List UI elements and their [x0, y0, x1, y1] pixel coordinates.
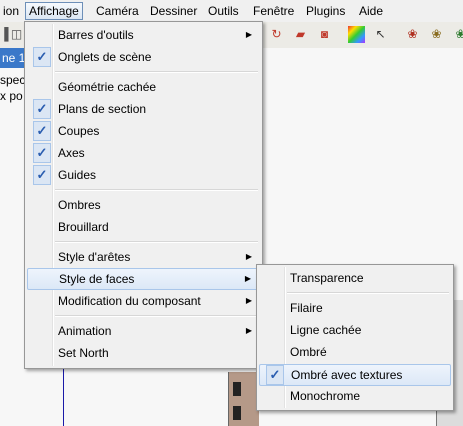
- menu-edition-partial[interactable]: ion: [0, 3, 22, 19]
- style-faces-submenu: Transparence Filaire Ligne cachée Ombré …: [256, 264, 454, 411]
- menu-item-ombres[interactable]: Ombres: [27, 195, 260, 215]
- menu-item-label: Modification du composant: [58, 294, 201, 308]
- building-model: [228, 372, 259, 426]
- camera-icon[interactable]: ◙: [316, 26, 333, 43]
- submenu-arrow-icon: ▶: [245, 296, 252, 305]
- menu-separator: [287, 292, 449, 294]
- menu-item-ligne-cachee[interactable]: Ligne cachée: [259, 320, 451, 340]
- window: [233, 406, 241, 420]
- menu-item-label: Ombré: [290, 345, 327, 359]
- folder-icon[interactable]: ▰: [292, 26, 309, 43]
- menu-item-set-north[interactable]: Set North: [27, 343, 260, 363]
- menu-item-label: Transparence: [290, 271, 364, 285]
- menu-separator: [55, 189, 258, 191]
- checkmark-icon: ✓: [33, 165, 51, 185]
- menu-item-onglets-scene[interactable]: ✓ Onglets de scène: [27, 47, 260, 67]
- menu-separator: [55, 241, 258, 243]
- menu-item-label: Style d'arêtes: [58, 250, 131, 264]
- checkmark-icon: ✓: [33, 143, 51, 163]
- checkmark-icon: ✓: [33, 47, 51, 67]
- menu-item-guides[interactable]: ✓ Guides: [27, 165, 260, 185]
- menu-bar: ion Affichage Caméra Dessiner Outils Fen…: [0, 0, 463, 22]
- menu-item-geometrie-cachee[interactable]: Géométrie cachée: [27, 77, 260, 97]
- menu-item-label: Guides: [58, 168, 97, 182]
- menu-item-label: Ligne cachée: [290, 323, 362, 337]
- menu-item-monochrome[interactable]: Monochrome: [259, 386, 451, 406]
- plugin-icon[interactable]: ❀: [452, 26, 463, 43]
- cursor-tool-icon[interactable]: ↖: [372, 26, 389, 43]
- menu-item-label: Axes: [58, 146, 85, 160]
- toolbar-icon[interactable]: ◫: [8, 26, 25, 43]
- plugin-icon[interactable]: ❀: [428, 26, 445, 43]
- menu-plugins[interactable]: Plugins: [303, 3, 348, 19]
- affichage-dropdown-menu: Barres d'outils ▶ ✓ Onglets de scène Géo…: [24, 21, 263, 369]
- menu-item-axes[interactable]: ✓ Axes: [27, 143, 260, 163]
- rotate-icon[interactable]: ↻: [268, 26, 285, 43]
- submenu-arrow-icon: ▶: [245, 30, 252, 39]
- menu-item-label: Ombres: [58, 198, 101, 212]
- menu-item-label: Animation: [58, 324, 112, 338]
- checkmark-icon: ✓: [33, 99, 51, 119]
- menu-item-label: Plans de section: [58, 102, 147, 116]
- menu-item-filaire[interactable]: Filaire: [259, 298, 451, 318]
- menu-item-style-faces[interactable]: Style de faces ▶: [27, 268, 260, 290]
- menu-aide[interactable]: Aide: [356, 3, 386, 19]
- menu-outils[interactable]: Outils: [205, 3, 242, 19]
- menu-item-label: Brouillard: [58, 220, 109, 234]
- menu-item-ombre-avec-textures[interactable]: ✓ Ombré avec textures: [259, 364, 451, 386]
- menu-item-label: Ombré avec textures: [291, 368, 403, 382]
- menu-camera[interactable]: Caméra: [93, 3, 142, 19]
- menu-item-label: Monochrome: [290, 389, 361, 403]
- menu-affichage[interactable]: Affichage: [25, 2, 83, 20]
- menu-item-label: Géométrie cachée: [58, 80, 157, 94]
- submenu-arrow-icon: ▶: [245, 326, 252, 335]
- checkmark-icon: ✓: [266, 365, 284, 385]
- menu-item-plans-section[interactable]: ✓ Plans de section: [27, 99, 260, 119]
- window: [233, 382, 241, 396]
- menu-dessiner[interactable]: Dessiner: [147, 3, 200, 19]
- menu-separator: [55, 71, 258, 73]
- menu-item-label: Barres d'outils: [58, 28, 134, 42]
- menu-item-label: Set North: [58, 346, 109, 360]
- menu-item-animation[interactable]: Animation ▶: [27, 321, 260, 341]
- menu-item-label: Coupes: [58, 124, 100, 138]
- submenu-arrow-icon: ▶: [245, 252, 252, 261]
- menu-separator: [55, 315, 258, 317]
- menu-item-ombre[interactable]: Ombré: [259, 342, 451, 362]
- menu-item-label: Filaire: [290, 301, 323, 315]
- menu-fenetre[interactable]: Fenêtre: [250, 3, 297, 19]
- menu-item-modification-composant[interactable]: Modification du composant ▶: [27, 291, 260, 311]
- menu-item-barres-outils[interactable]: Barres d'outils ▶: [27, 25, 260, 45]
- menu-item-brouillard[interactable]: Brouillard: [27, 217, 260, 237]
- menu-item-coupes[interactable]: ✓ Coupes: [27, 121, 260, 141]
- color-picker-icon[interactable]: [348, 26, 365, 43]
- checkmark-icon: ✓: [33, 121, 51, 141]
- menu-item-label: Style de faces: [59, 272, 135, 286]
- menu-item-transparence[interactable]: Transparence: [259, 268, 451, 288]
- submenu-arrow-icon: ▶: [244, 274, 251, 283]
- menu-item-style-aretes[interactable]: Style d'arêtes ▶: [27, 247, 260, 267]
- plugin-icon[interactable]: ❀: [404, 26, 421, 43]
- menu-item-label: Onglets de scène: [58, 50, 152, 64]
